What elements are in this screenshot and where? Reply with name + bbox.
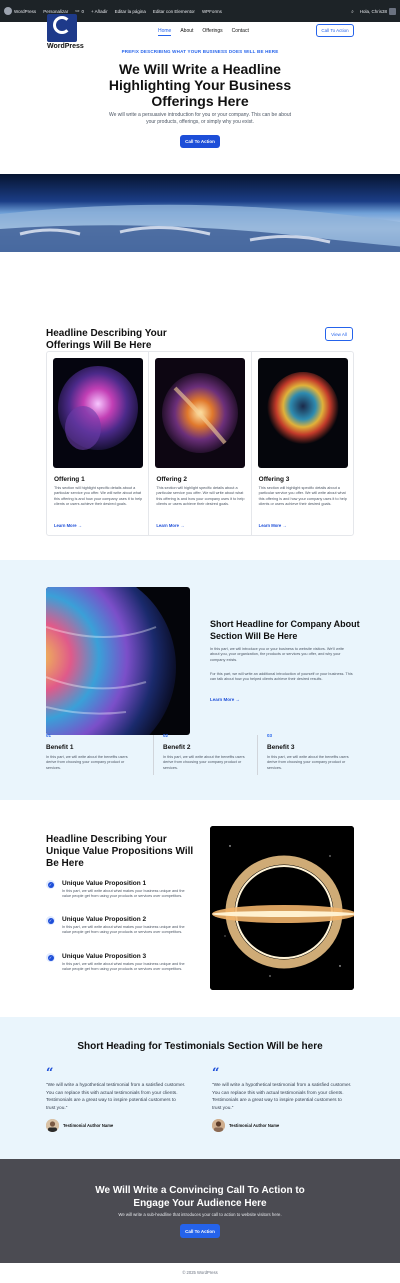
benefit-title: Benefit 2 — [163, 744, 191, 751]
benefit-text: In this part, we will write about the be… — [163, 755, 245, 770]
check-icon: ✓ — [46, 916, 55, 925]
black-hole-image — [210, 826, 354, 990]
cta-title: We Will Write a Convincing Call To Actio… — [95, 1185, 305, 1209]
comment-icon: ▭ — [75, 8, 80, 13]
author-name: Testimonial Author Name — [63, 1123, 114, 1128]
arrow-right-icon: → — [282, 523, 287, 528]
nav-contact[interactable]: Contact — [232, 28, 249, 36]
author-avatar — [212, 1119, 225, 1132]
admin-bar-site[interactable]: WordPress — [14, 9, 36, 14]
divider — [257, 735, 258, 775]
hero-title: We Will Write a Headline Highlighting Yo… — [108, 61, 292, 109]
quote-icon: “ — [212, 1066, 220, 1081]
value-prop-text: In this part, we will write about what m… — [62, 925, 185, 935]
benefit-title: Benefit 1 — [46, 744, 74, 751]
main-nav: Home About Offerings Contact — [158, 28, 249, 36]
footer-copyright: © 2025 WordPress — [182, 1270, 218, 1275]
value-prop-title: Unique Value Proposition 3 — [62, 953, 147, 960]
hero-cta-button[interactable]: Call To Action — [180, 135, 220, 148]
learn-more-link[interactable]: Learn More → — [259, 523, 287, 528]
offerings-grid: Offering 1 This section will highlight s… — [46, 351, 354, 536]
author-name: Testimonial Author Name — [229, 1123, 280, 1128]
offerings-title: Headline Describing Your Offerings Will … — [46, 328, 167, 351]
benefit-number: 02 — [163, 733, 169, 738]
value-prop-text: In this part, we will write about what m… — [62, 962, 185, 972]
cta-button[interactable]: Call To Action — [180, 1224, 220, 1238]
divider — [153, 735, 154, 775]
offering-title: Offering 2 — [156, 476, 188, 483]
earth-banner-image — [0, 174, 400, 252]
about-paragraph: For this part, we will write an addition… — [210, 672, 353, 682]
about-paragraph: In this part, we will introduce you or y… — [210, 647, 345, 662]
view-all-button[interactable]: View All — [325, 327, 353, 341]
learn-more-link[interactable]: Learn More → — [54, 523, 82, 528]
avatar — [389, 7, 396, 15]
admin-bar-wp-menu[interactable]: WordPress — [4, 7, 36, 15]
benefit-number: 01 — [46, 733, 52, 738]
testimonial-quote: “We will write a hypothetical testimonia… — [46, 1083, 186, 1111]
cta-section — [0, 1159, 400, 1263]
arrow-right-icon: → — [235, 697, 241, 702]
site-logo[interactable] — [47, 14, 77, 42]
planet-image — [46, 587, 190, 735]
about-learn-more-link[interactable]: Learn More → — [210, 697, 240, 702]
admin-bar-new[interactable]: + Añadir — [91, 9, 108, 14]
arrow-right-icon: → — [180, 523, 185, 528]
benefit-title: Benefit 3 — [267, 744, 295, 751]
offering-card: Offering 1 This section will highlight s… — [47, 352, 150, 535]
benefit-item: 01 Benefit 1 In this part, we will write… — [46, 733, 136, 771]
author-avatar — [46, 1119, 59, 1132]
value-prop-text: In this part, we will write about what m… — [62, 889, 185, 899]
admin-bar-wpforms[interactable]: WPForms — [202, 9, 222, 14]
nav-about[interactable]: About — [180, 28, 193, 36]
admin-bar-comments[interactable]: ▭ 0 — [75, 8, 84, 14]
value-prop-title: Unique Value Proposition 2 — [62, 916, 147, 923]
about-title: Short Headline for Company About Section… — [210, 619, 360, 641]
value-props-title: Headline Describing Your Unique Value Pr… — [46, 834, 194, 869]
cta-subtitle: We will write a sub-headline that introd… — [118, 1212, 282, 1217]
benefit-text: In this part, we will write about the be… — [267, 755, 349, 770]
logo-mark — [53, 16, 71, 34]
admin-bar-customize[interactable]: Personalizar — [43, 9, 68, 14]
nav-offerings[interactable]: Offerings — [202, 28, 222, 36]
value-prop-title: Unique Value Proposition 1 — [62, 880, 147, 887]
offering-text: This section will highlight specific det… — [258, 486, 347, 506]
offering-text: This section will highlight specific det… — [54, 486, 143, 506]
nav-home[interactable]: Home — [158, 28, 172, 36]
arrow-right-icon: → — [77, 523, 82, 528]
offering-title: Offering 1 — [54, 476, 85, 483]
nebula-image — [53, 358, 143, 468]
testimonials-title: Short Heading for Testimonials Section W… — [77, 1041, 323, 1052]
wordpress-icon — [4, 7, 12, 15]
offering-title: Offering 3 — [258, 476, 290, 483]
learn-more-link[interactable]: Learn More → — [156, 523, 184, 528]
offering-text: This section will highlight specific det… — [156, 486, 245, 506]
admin-bar-edit-page[interactable]: Editar la página — [115, 9, 146, 14]
nebula-image — [155, 358, 246, 468]
benefit-item: 03 Benefit 3 In this part, we will write… — [267, 733, 357, 771]
header-cta-button[interactable]: Call To Action — [316, 24, 354, 37]
check-icon: ✓ — [46, 953, 55, 962]
benefit-item: 02 Benefit 2 In this part, we will write… — [163, 733, 253, 771]
nebula-image — [257, 358, 348, 468]
quote-icon: “ — [46, 1066, 54, 1081]
offering-card: Offering 3 This section will highlight s… — [252, 352, 353, 535]
offering-card: Offering 2 This section will highlight s… — [149, 352, 252, 535]
testimonial-quote: “We will write a hypothetical testimonia… — [212, 1083, 352, 1111]
admin-bar-account[interactable]: Hola, Chris38 — [360, 7, 396, 15]
hero-prefix: PREFIX DESCRIBING WHAT YOUR BUSINESS DOE… — [121, 49, 279, 54]
hero-text: We will write a persuasive introduction … — [108, 112, 292, 125]
benefit-number: 03 — [267, 733, 273, 738]
admin-bar-elementor[interactable]: Editar con Elementor — [153, 9, 195, 14]
benefit-text: In this part, we will write about the be… — [46, 755, 128, 770]
check-icon: ✓ — [46, 880, 55, 889]
search-icon[interactable]: ⌕ — [351, 9, 354, 14]
